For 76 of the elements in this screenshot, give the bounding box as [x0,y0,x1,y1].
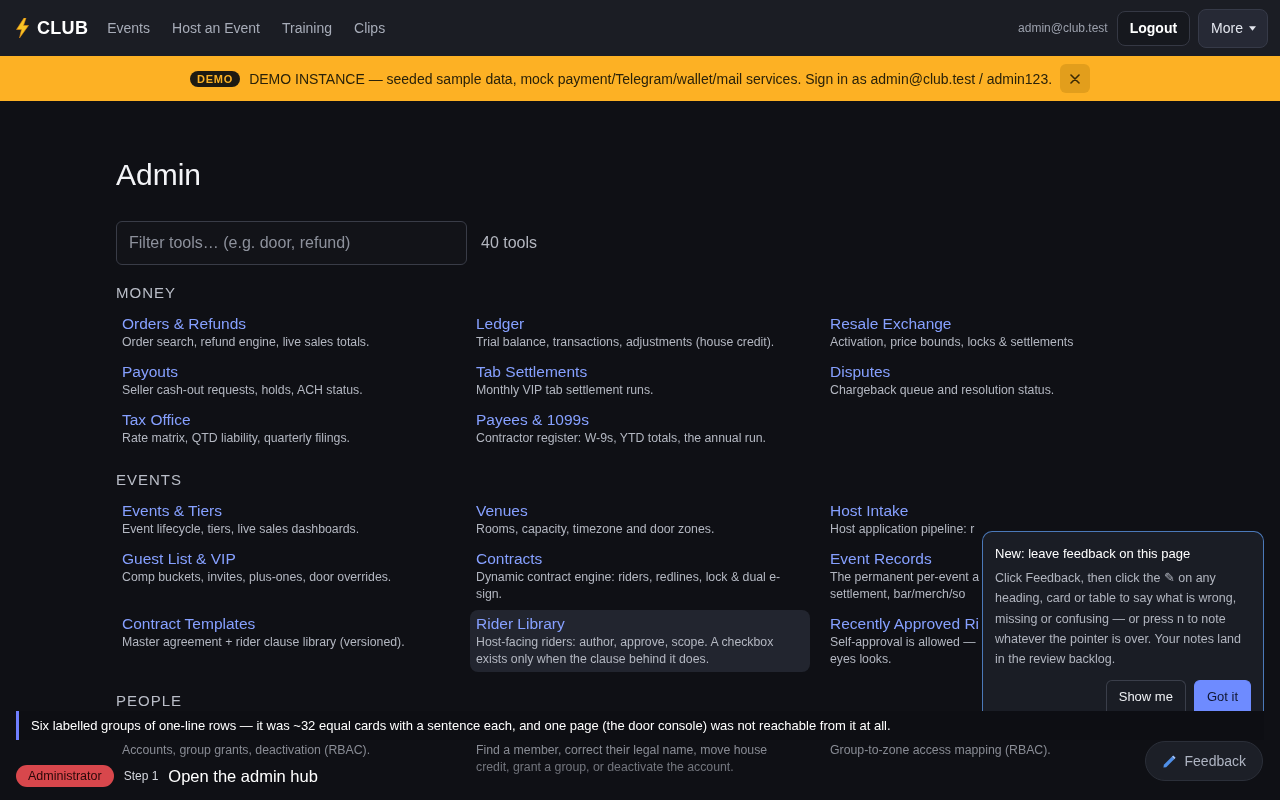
close-icon [1070,73,1081,84]
tip-body: Click Feedback, then click the ✎ on any heading, card or table to say what is wrong, missing or confusing — or press n to note whatever the pointer is over. Your notes land in the review backlog. [995,570,1242,669]
tool-description: Chargeback queue and resolution status. [830,382,1055,399]
tool-title: Rider Library [476,614,565,634]
tool-description: Master agreement + rider clause library (versioned). [122,634,405,651]
tool-title: Payees & 1099s [476,410,589,430]
brand-name[interactable]: CLUB [37,17,89,39]
caret-icon [1249,25,1256,31]
tool-title: Resale Exchange [830,314,952,334]
tool-title: Recently Approved Ri [830,614,980,634]
tool-description: Rate matrix, QTD liability, quarterly filings. [122,430,350,447]
role-badge: Administrator [16,765,114,787]
section-heading: PEOPLE [116,691,183,711]
page-title: Admin [116,157,203,193]
tool-description: Self-approval is allowed — eyes looks. [830,634,976,668]
feedback-button[interactable]: Feedback [1144,741,1263,781]
tool-count: 40 tools [481,234,538,252]
section-heading: MONEY [116,283,176,303]
close-banner-button[interactable] [1060,64,1091,93]
tool-card[interactable]: Orders & Refunds Order search, refund engine, live sales totals. [116,310,456,355]
tool-title: Disputes [830,362,891,382]
tool-card[interactable]: Events & Tiers Event lifecycle, tiers, live sales dashboards. [116,497,456,542]
tool-card[interactable]: Tax Office Rate matrix, QTD liability, quarterly filings. [116,406,456,451]
logout-button[interactable]: Logout [1116,10,1191,46]
tool-title: Events & Tiers [122,501,222,521]
nav-link[interactable]: Training [281,20,332,36]
tool-description: Dynamic contract engine: riders, redlines, lock & dual e-sign. [476,569,782,603]
tool-card[interactable]: Ledger Trial balance, transactions, adjustments (house credit). [470,310,810,355]
tool-description: Monthly VIP tab settlement runs. [476,382,654,399]
nav-link[interactable]: Host an Event [172,20,260,36]
tool-card[interactable]: Resale Exchange Activation, price bounds, locks & settlements [824,310,1164,355]
tool-description: Event lifecycle, tiers, live sales dashboards. [122,521,360,538]
demo-badge: DEMO [189,70,241,87]
pencil-icon [1161,753,1177,769]
tip-title: New: leave feedback on this page [995,545,1192,563]
tool-title: Event Records [830,549,932,569]
step-label: Step 1 [123,769,159,783]
tool-card[interactable]: Rider Library Host-facing riders: author, approve, scope. A checkbox exists only when the clause behind it does. [470,610,810,672]
more-button[interactable]: More [1198,8,1268,48]
tool-card[interactable]: Guest List & VIP Comp buckets, invites, plus-ones, door overrides. [116,545,456,607]
tool-description: Seller cash-out requests, holds, ACH status. [122,382,363,399]
tool-description: Comp buckets, invites, plus-ones, door overrides. [122,569,392,586]
step-title: Open the admin hub [168,766,318,786]
tool-description: Contractor register: W-9s, YTD totals, the annual run. [476,430,766,447]
tool-title: Tab Settlements [476,362,588,382]
tool-description: Host-facing riders: author, approve, scope. A checkbox exists only when the clause behind it does. [476,634,775,668]
tool-title: Tax Office [122,410,191,430]
tool-card[interactable]: Payees & 1099s Contractor register: W-9s, YTD totals, the annual run. [470,406,810,451]
tool-card[interactable]: Contract Templates Master agreement + rider clause library (versioned). [116,610,456,672]
nav-link[interactable]: Clips [354,20,386,36]
tool-title: Contracts [476,549,543,569]
tool-card[interactable]: Tab Settlements Monthly VIP tab settlement runs. [470,358,810,403]
tool-description: Activation, price bounds, locks & settlements [830,334,1074,351]
tool-title: Host Intake [830,501,909,521]
banner-message: DEMO INSTANCE — seeded sample data, mock payment/Telegram/wallet/mail services. Sign in as admin@club.test / admin123. [249,70,1053,87]
tool-description: Rooms, capacity, timezone and door zones. [476,521,715,538]
tool-card[interactable]: Disputes Chargeback queue and resolution status. [824,358,1164,403]
tool-description: Trial balance, transactions, adjustments (house credit). [476,334,775,351]
tool-description: The permanent per-event a settlement, bar/merch/so [830,569,980,603]
user-email: admin@club.test [1018,21,1108,35]
tool-description: Host application pipeline: r [830,521,975,538]
tool-title: Contract Templates [122,614,256,634]
tool-card[interactable]: Venues Rooms, capacity, timezone and door zones. [470,497,810,542]
lightning-icon [16,18,29,38]
tool-card[interactable]: Payouts Seller cash-out requests, holds, ACH status. [116,358,456,403]
tool-description: Order search, refund engine, live sales totals. [122,334,370,351]
nav-link[interactable]: Events [107,20,150,36]
tool-card[interactable]: Contracts Dynamic contract engine: riders, redlines, lock & dual e-sign. [470,545,810,607]
tool-title: Ledger [476,314,525,334]
section-heading: EVENTS [116,470,182,490]
filter-field[interactable]: Filter tools… (e.g. door, refund) [116,221,467,265]
confirm-button[interactable]: Got it [1193,680,1251,712]
tool-title: Payouts [122,362,178,382]
tool-title: Guest List & VIP [122,549,236,569]
tool-title: Venues [476,501,528,521]
tool-title: Orders & Refunds [122,314,247,334]
